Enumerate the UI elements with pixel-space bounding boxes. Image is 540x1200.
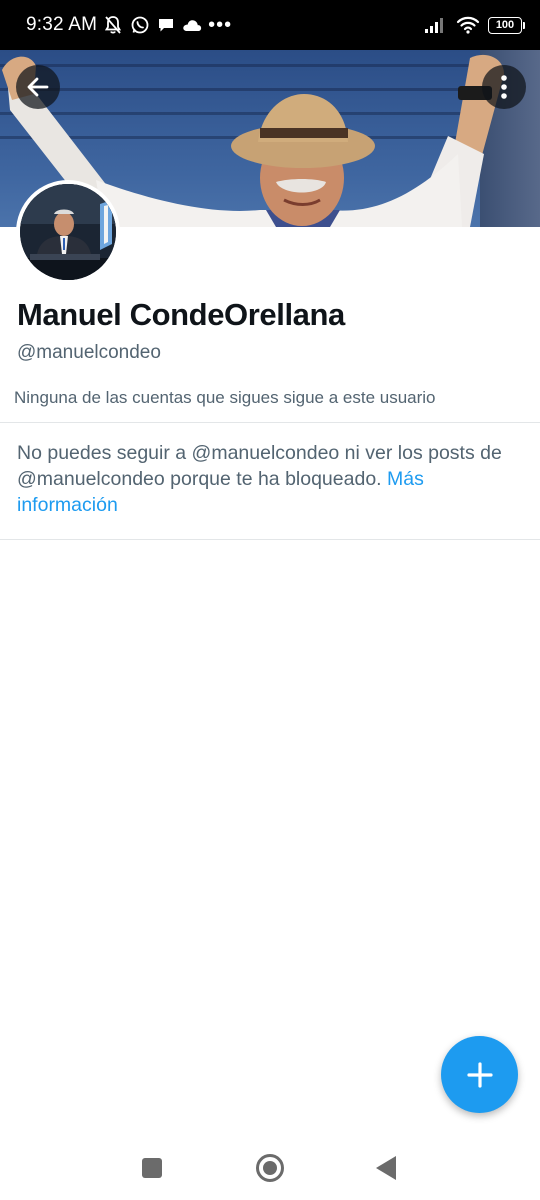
avatar-photo	[20, 184, 116, 280]
more-vertical-icon	[501, 75, 507, 99]
cloud-icon	[183, 20, 202, 31]
status-bar: 9:32 AM ••• 100	[0, 0, 540, 50]
avatar[interactable]	[16, 180, 120, 284]
avatar-image	[20, 184, 116, 280]
divider	[0, 422, 540, 423]
wifi-icon	[456, 16, 480, 34]
notification-icons	[103, 15, 202, 35]
back-button[interactable]	[16, 65, 60, 109]
recents-square-icon[interactable]	[142, 1158, 162, 1178]
chat-icon	[159, 19, 174, 32]
plus-icon	[466, 1061, 493, 1088]
back-triangle-icon[interactable]	[376, 1156, 396, 1180]
divider	[0, 539, 540, 540]
muted-bell-icon	[105, 16, 122, 34]
status-time: 9:32 AM	[26, 14, 98, 35]
home-circle-icon[interactable]	[256, 1154, 284, 1182]
blocked-notice-text: No puedes seguir a @manuelcondeo ni ver …	[17, 442, 502, 490]
more-options-button[interactable]	[482, 65, 526, 109]
profile-handle: @manuelcondeo	[17, 342, 161, 363]
profile-display-name: Manuel CondeOrellana	[17, 297, 345, 332]
battery-indicator: 100	[488, 16, 525, 34]
system-status: 100	[424, 15, 525, 35]
arrow-left-icon	[27, 77, 49, 97]
system-nav-bar	[0, 1134, 540, 1200]
status-overflow: •••	[208, 14, 233, 36]
whatsapp-icon	[131, 16, 149, 34]
signal-icon	[425, 18, 443, 33]
blocked-notice: No puedes seguir a @manuelcondeo ni ver …	[17, 440, 517, 518]
followers-you-know-note: Ninguna de las cuentas que sigues sigue …	[14, 388, 436, 407]
compose-button[interactable]	[441, 1036, 518, 1113]
